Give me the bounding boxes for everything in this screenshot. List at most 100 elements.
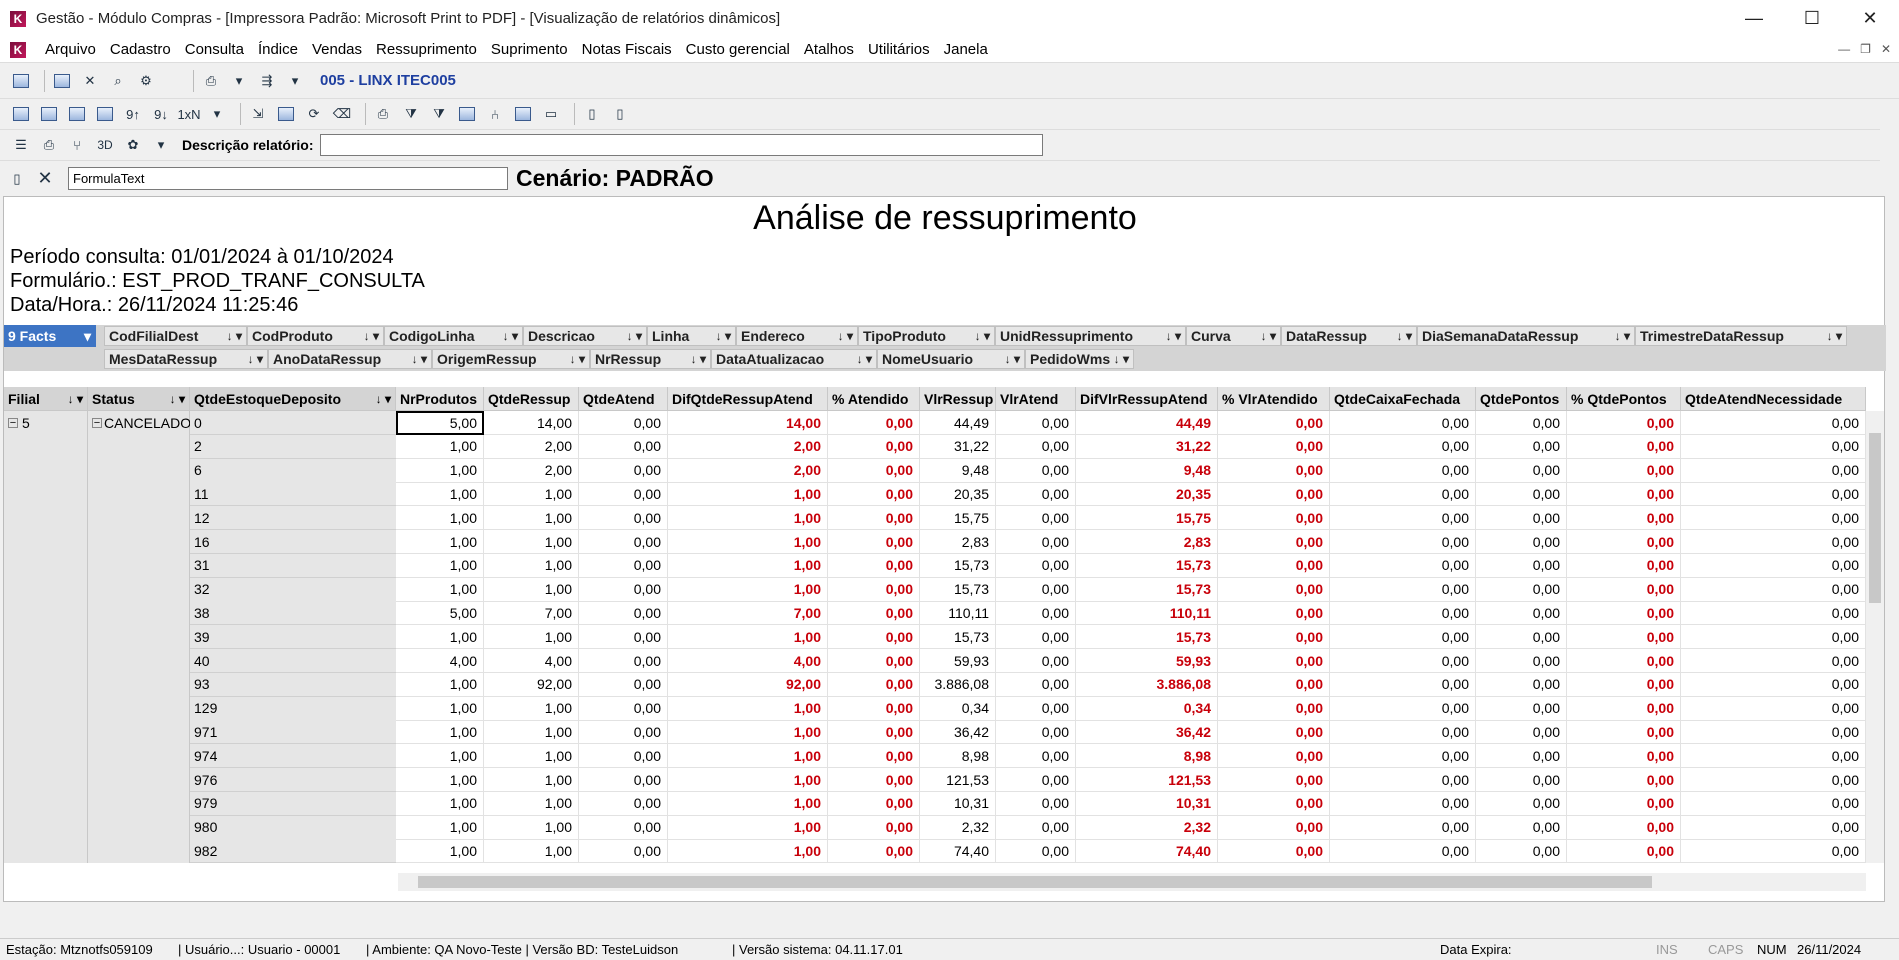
row-code[interactable]: 979 bbox=[190, 791, 396, 816]
data-cell[interactable]: 0,00 bbox=[1218, 458, 1330, 483]
print-preview-icon[interactable]: ⎙ bbox=[372, 103, 394, 125]
data-cell[interactable]: 0,00 bbox=[579, 649, 668, 673]
menu-consulta[interactable]: Consulta bbox=[178, 41, 251, 58]
data-cell[interactable]: 0,00 bbox=[1681, 839, 1866, 864]
data-cell[interactable]: 14,00 bbox=[484, 411, 579, 435]
sort-dropdown-icon[interactable]: ↓ ▾ bbox=[1615, 329, 1630, 343]
menu-ressuprimento[interactable]: Ressuprimento bbox=[369, 41, 484, 58]
data-cell[interactable]: 0,00 bbox=[996, 625, 1076, 650]
description-input[interactable] bbox=[319, 134, 1043, 156]
chevron-down-icon[interactable]: ▾ bbox=[150, 134, 172, 156]
column-header[interactable]: QtdePontos bbox=[1476, 387, 1567, 411]
data-cell[interactable]: 0,00 bbox=[1330, 839, 1476, 864]
data-cell[interactable]: 0,00 bbox=[1567, 601, 1681, 626]
grid-rows-icon[interactable] bbox=[66, 103, 88, 125]
data-cell[interactable]: 0,00 bbox=[828, 649, 920, 673]
data-cell[interactable]: 0,00 bbox=[1681, 768, 1866, 792]
filter-field-mesdataressup[interactable]: MesDataRessup ↓ ▾ bbox=[104, 349, 268, 369]
status-value[interactable]: − CANCELADO bbox=[92, 415, 191, 431]
data-cell[interactable]: 0,00 bbox=[1218, 530, 1330, 554]
row-header-status[interactable]: Status ↓ ▾ bbox=[88, 387, 190, 411]
data-cell[interactable]: 121,53 bbox=[920, 768, 996, 792]
data-cell[interactable]: 36,42 bbox=[920, 720, 996, 745]
chevron-down-icon[interactable]: ▾ bbox=[284, 70, 306, 92]
data-cell[interactable]: 1,00 bbox=[484, 744, 579, 769]
data-cell[interactable]: 1,00 bbox=[668, 553, 828, 578]
data-cell[interactable]: 0,00 bbox=[996, 672, 1076, 697]
data-cell[interactable]: 1,00 bbox=[396, 434, 484, 459]
data-cell[interactable]: 0,00 bbox=[1681, 649, 1866, 673]
data-cell[interactable]: 9,48 bbox=[920, 458, 996, 483]
row-code[interactable]: 12 bbox=[190, 506, 396, 531]
data-cell[interactable]: 0,00 bbox=[579, 839, 668, 864]
column-header[interactable]: % Atendido bbox=[828, 387, 920, 411]
filter-field-anodataressup[interactable]: AnoDataRessup ↓ ▾ bbox=[268, 349, 432, 369]
filter-field-descricao[interactable]: Descricao ↓ ▾ bbox=[523, 326, 647, 346]
row-code[interactable]: 982 bbox=[190, 839, 396, 864]
data-cell[interactable]: 0,00 bbox=[1681, 482, 1866, 507]
data-cell[interactable]: 0,00 bbox=[1476, 506, 1567, 531]
data-cell[interactable]: 0,00 bbox=[1476, 625, 1567, 650]
data-cell[interactable]: 0,00 bbox=[1218, 744, 1330, 769]
column-header[interactable]: QtdeAtend bbox=[579, 387, 668, 411]
data-cell[interactable]: 1,00 bbox=[668, 768, 828, 792]
filter-field-origemressup[interactable]: OrigemRessup ↓ ▾ bbox=[432, 349, 590, 369]
data-cell[interactable]: 1,00 bbox=[484, 577, 579, 602]
data-cell[interactable]: 1,00 bbox=[396, 744, 484, 769]
row-code[interactable]: 40 bbox=[190, 649, 396, 673]
sort-dropdown-icon[interactable]: ↓ ▾ bbox=[1827, 329, 1842, 343]
data-cell[interactable]: 0,00 bbox=[1476, 482, 1567, 507]
data-cell[interactable]: 1,00 bbox=[396, 553, 484, 578]
data-cell[interactable]: 0,00 bbox=[1218, 506, 1330, 531]
filter-field-codfilialdest[interactable]: CodFilialDest ↓ ▾ bbox=[104, 326, 247, 346]
sort-dropdown-icon[interactable]: ↓ ▾ bbox=[170, 392, 185, 406]
save-layout-icon[interactable] bbox=[512, 103, 534, 125]
sort-dropdown-icon[interactable]: ↓ ▾ bbox=[376, 392, 391, 406]
menu-utilitarios[interactable]: Utilitários bbox=[861, 41, 937, 58]
data-cell[interactable]: 1,00 bbox=[484, 839, 579, 864]
chevron-down-icon[interactable]: ▾ bbox=[228, 70, 250, 92]
data-cell[interactable]: 0,00 bbox=[996, 744, 1076, 769]
data-cell[interactable]: 92,00 bbox=[668, 672, 828, 697]
horizontal-scroll-thumb[interactable] bbox=[418, 876, 1652, 888]
data-cell[interactable]: 59,93 bbox=[920, 649, 996, 673]
expand-icon[interactable]: ⇲ bbox=[247, 103, 269, 125]
data-cell[interactable]: 2,32 bbox=[920, 815, 996, 840]
print-icon[interactable]: ⎙ bbox=[200, 70, 222, 92]
data-cell[interactable]: 0,00 bbox=[1218, 696, 1330, 721]
data-cell[interactable]: 0,00 bbox=[996, 458, 1076, 483]
data-cell[interactable]: 0,00 bbox=[1567, 506, 1681, 531]
data-cell[interactable]: 0,00 bbox=[1218, 625, 1330, 650]
horizontal-scrollbar[interactable] bbox=[398, 873, 1866, 891]
data-cell[interactable]: 110,11 bbox=[920, 601, 996, 626]
column-header[interactable]: % VlrAtendido bbox=[1218, 387, 1330, 411]
data-cell[interactable]: 1,00 bbox=[396, 625, 484, 650]
data-cell[interactable]: 15,73 bbox=[920, 577, 996, 602]
data-cell[interactable]: 0,00 bbox=[1218, 577, 1330, 602]
page-icon[interactable]: ▯ bbox=[6, 168, 28, 190]
filter-field-nomeusuario[interactable]: NomeUsuario ↓ ▾ bbox=[877, 349, 1025, 369]
data-cell[interactable]: 0,00 bbox=[1218, 815, 1330, 840]
data-cell[interactable]: 1,00 bbox=[668, 577, 828, 602]
refresh-icon[interactable]: ⟳ bbox=[303, 103, 325, 125]
data-cell[interactable]: 0,00 bbox=[1476, 411, 1567, 435]
sort-desc-icon[interactable]: 9↓ bbox=[150, 103, 172, 125]
data-cell[interactable]: 0,00 bbox=[828, 815, 920, 840]
data-cell[interactable]: 0,00 bbox=[828, 839, 920, 864]
data-cell[interactable]: 1,00 bbox=[484, 768, 579, 792]
search-icon[interactable]: ⌕ bbox=[107, 70, 129, 92]
chart-icon[interactable]: ⑂ bbox=[66, 134, 88, 156]
data-cell[interactable]: 1,00 bbox=[668, 506, 828, 531]
collapse-icon[interactable]: − bbox=[8, 417, 18, 428]
data-cell[interactable]: 0,00 bbox=[1681, 720, 1866, 745]
row-code[interactable]: 2 bbox=[190, 434, 396, 459]
data-cell[interactable]: 0,00 bbox=[1476, 696, 1567, 721]
three-d-toggle[interactable]: 3D bbox=[94, 134, 116, 156]
data-cell[interactable]: 0,00 bbox=[1330, 649, 1476, 673]
data-cell[interactable]: 0,00 bbox=[1476, 649, 1567, 673]
data-cell[interactable]: 0,00 bbox=[579, 434, 668, 459]
data-cell[interactable]: 0,00 bbox=[1330, 553, 1476, 578]
data-cell[interactable]: 0,00 bbox=[1567, 768, 1681, 792]
data-cell[interactable]: 1,00 bbox=[668, 720, 828, 745]
data-cell[interactable]: 15,73 bbox=[1076, 577, 1218, 602]
